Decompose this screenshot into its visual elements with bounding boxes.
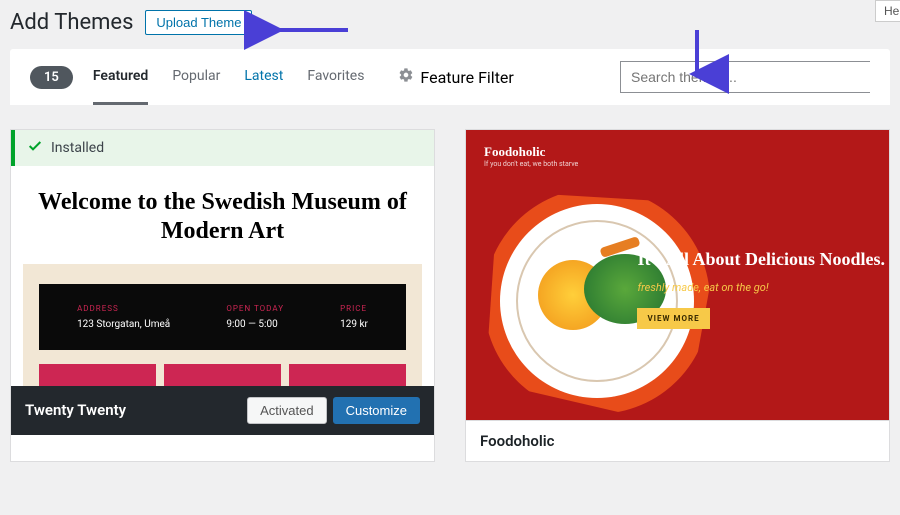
info-value: 123 Storgatan, Umeå [77,319,170,330]
activated-button[interactable]: Activated [247,397,326,424]
installed-badge: Installed [11,130,434,166]
tab-featured[interactable]: Featured [93,50,148,105]
theme-name: Twenty Twenty [25,401,247,419]
preview-headline: Welcome to the Swedish Museum of Modern … [23,182,422,264]
help-button[interactable]: He [875,0,900,22]
info-label: PRICE [340,304,368,313]
hero-subtitle: freshly made, eat on the go! [637,281,885,294]
info-label: ADDRESS [77,304,170,313]
info-value: 129 kr [340,319,368,330]
tab-latest[interactable]: Latest [244,50,283,105]
brand-tagline: If you don't eat, we both starve [484,160,871,168]
hero-title: It's All About Delicious Noodles. [637,248,885,271]
upload-theme-button[interactable]: Upload Theme [145,10,252,35]
info-value: 9:00 — 5:00 [226,319,284,330]
tab-popular[interactable]: Popular [172,50,220,105]
theme-preview: Welcome to the Swedish Museum of Modern … [11,166,434,386]
annotation-arrow [270,18,350,46]
theme-preview: Foodoholic If you don't eat, we both sta… [466,130,889,420]
feature-filter-button[interactable]: Feature Filter [398,67,513,87]
customize-button[interactable]: Customize [333,397,420,424]
search-input[interactable] [620,61,870,93]
brand-name: Foodoholic [484,144,871,160]
theme-card-foodoholic[interactable]: Foodoholic If you don't eat, we both sta… [465,129,890,462]
info-label: OPEN TODAY [226,304,284,313]
annotation-arrow [685,28,709,84]
check-icon [27,138,43,158]
installed-label: Installed [51,140,104,156]
theme-count: 15 [30,66,73,89]
view-more-button: VIEW MORE [637,308,709,329]
tab-favorites[interactable]: Favorites [307,50,364,105]
gear-icon [398,67,414,87]
page-title: Add Themes [10,10,133,35]
filter-bar: 15 Featured Popular Latest Favorites Fea… [10,49,890,105]
feature-filter-label: Feature Filter [420,68,513,87]
theme-name: Foodoholic [480,432,875,450]
theme-card-twenty-twenty[interactable]: Installed Welcome to the Swedish Museum … [10,129,435,462]
